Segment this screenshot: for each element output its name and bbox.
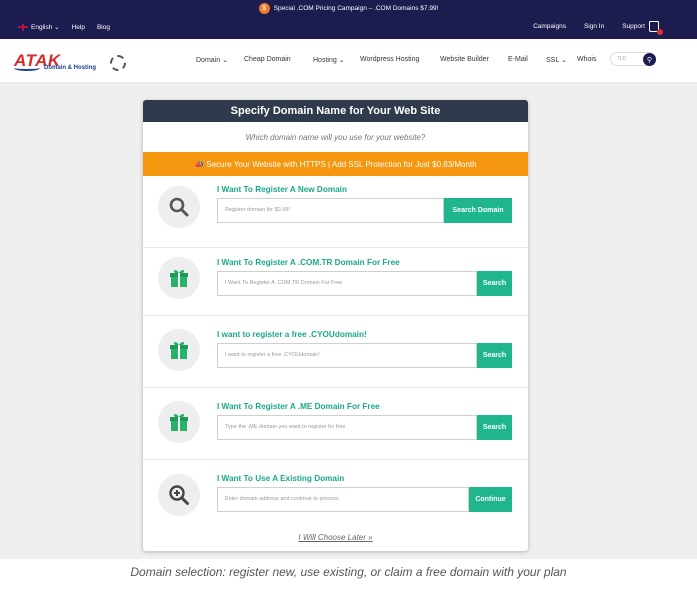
gear-icon (110, 55, 126, 71)
support-link[interactable]: Support (622, 23, 645, 30)
logo-tagline: Domain & Hosting (44, 65, 96, 71)
caption: Domain selection: register new, use exis… (130, 565, 567, 579)
top-bar: $ Special .COM Pricing Campaign – .COM D… (0, 0, 697, 39)
choose-later-link[interactable]: I Will Choose Later » (143, 533, 528, 542)
nav-wordpress-hosting[interactable]: Wordpress Hosting (360, 56, 440, 64)
continue-button[interactable]: Continue (469, 487, 512, 512)
nav-whois[interactable]: Whois (577, 56, 607, 64)
comtr-domain-input[interactable]: I Want To Register A .COM.TR Domain For … (217, 271, 477, 296)
search-domain-button[interactable]: Search Domain (444, 198, 512, 223)
language-selector[interactable]: English ⌄ (18, 23, 60, 31)
blog-link[interactable]: Blog (97, 24, 110, 31)
register-cyou-row: I want to register a free .CYOUdomain! I… (143, 316, 528, 388)
row-title: I Want To Register A New Domain (217, 185, 347, 194)
use-existing-domain-row: I Want To Use A Existing Domain Enter do… (143, 460, 528, 532)
ssl-banner[interactable]: 📣 Secure Your Website with HTTPS | Add S… (143, 152, 528, 176)
tld-search-button[interactable]: ⚲ (643, 53, 656, 66)
gift-icon (158, 257, 200, 299)
main-nav: ATAK Domain & Hosting Domain ⌄ Cheap Dom… (0, 39, 697, 83)
double-chevron-right-icon: » (368, 533, 373, 542)
nav-domain[interactable]: Domain ⌄ (196, 56, 244, 64)
search-button[interactable]: Search (477, 343, 512, 368)
cart-icon[interactable] (649, 21, 663, 35)
row-title: I Want To Register A .COM.TR Domain For … (217, 258, 400, 267)
nav-website-builder[interactable]: Website Builder (440, 56, 508, 64)
uk-flag-icon (18, 23, 28, 31)
nav-cheap-domain[interactable]: Cheap Domain (244, 56, 313, 64)
row-title: I Want To Use A Existing Domain (217, 474, 345, 483)
zoom-in-icon (158, 474, 200, 516)
promo-text: Special .COM Pricing Campaign – .COM Dom… (273, 4, 439, 12)
utility-bar: English ⌄ Help Blog Campaigns Sign In Su… (0, 20, 697, 36)
campaigns-link[interactable]: Campaigns (533, 23, 566, 30)
card-title: Specify Domain Name for Your Web Site (143, 100, 528, 122)
help-link[interactable]: Help (72, 24, 85, 31)
signin-link[interactable]: Sign In (584, 23, 604, 30)
row-title: I Want To Register A .ME Domain For Free (217, 402, 380, 411)
search-button[interactable]: Search (477, 415, 512, 440)
row-title: I want to register a free .CYOUdomain! (217, 330, 367, 339)
logo-swoosh-icon (14, 65, 40, 71)
search-icon: ⚲ (646, 56, 653, 64)
megaphone-icon: 📣 (194, 159, 205, 169)
cyou-domain-input[interactable]: I want to register a free .CYOUdomain! (217, 343, 477, 368)
domain-selection-card: Specify Domain Name for Your Web Site Wh… (143, 100, 528, 551)
register-me-row: I Want To Register A .ME Domain For Free… (143, 388, 528, 460)
nav-email[interactable]: E-Mail (508, 56, 546, 64)
nav-ssl[interactable]: SSL ⌄ (546, 56, 577, 64)
gift-icon (158, 329, 200, 371)
register-new-domain-row: I Want To Register A New Domain Register… (143, 176, 528, 248)
card-subtitle: Which domain name will you use for your … (245, 132, 426, 142)
existing-domain-input[interactable]: Enter domain address and continue to pro… (217, 487, 469, 512)
register-domain-input[interactable]: Register domain for $0.99! (217, 198, 444, 223)
search-button[interactable]: Search (477, 271, 512, 296)
logo[interactable]: ATAK Domain & Hosting (14, 49, 126, 75)
gift-icon (158, 401, 200, 443)
search-icon (158, 186, 200, 228)
promo-icon: $ (258, 2, 270, 14)
me-domain-input[interactable]: Type the .ME domain you want to register… (217, 415, 477, 440)
cart-badge (657, 29, 663, 35)
register-comtr-row: I Want To Register A .COM.TR Domain For … (143, 244, 528, 316)
promo-banner[interactable]: $ Special .COM Pricing Campaign – .COM D… (0, 0, 697, 16)
nav-links: Domain ⌄ Cheap Domain Hosting ⌄ Wordpres… (196, 56, 607, 64)
nav-hosting[interactable]: Hosting ⌄ (313, 56, 360, 64)
